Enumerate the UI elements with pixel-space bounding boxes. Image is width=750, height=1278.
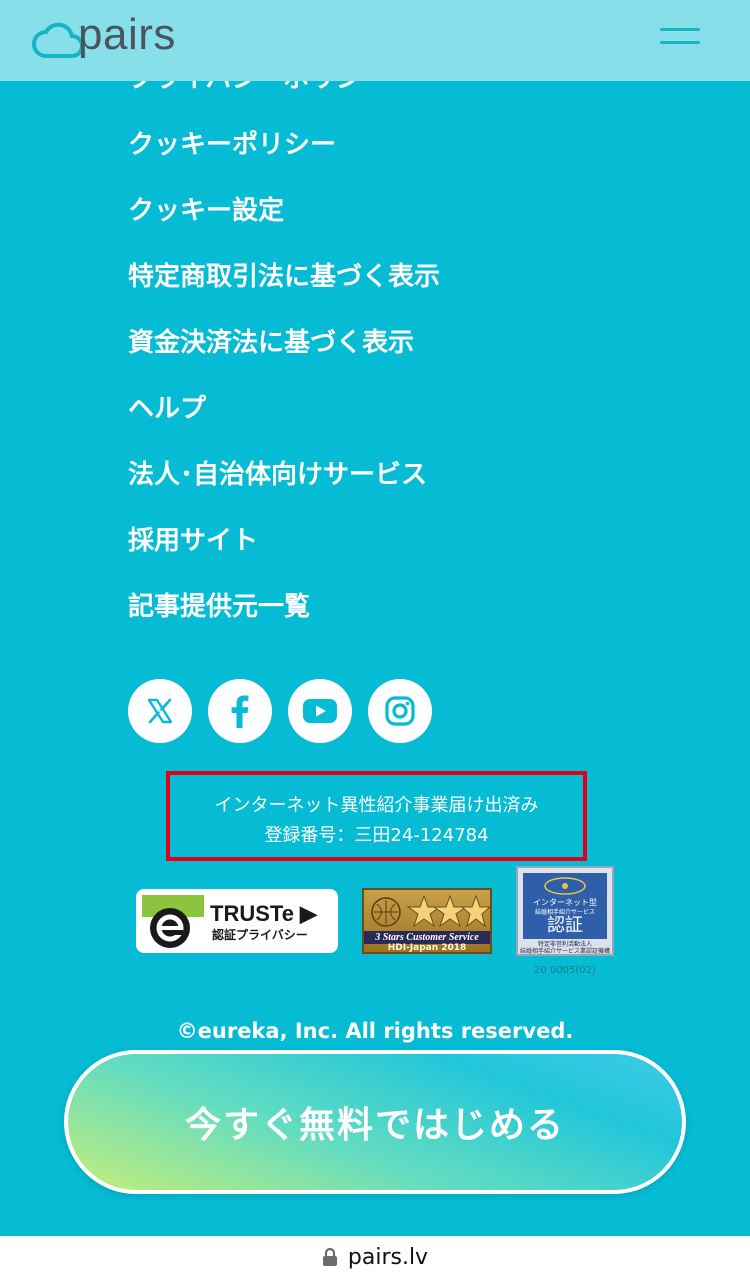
copyright: ©eureka, Inc. All rights reserved. xyxy=(176,1019,574,1043)
footer-link-help[interactable]: ヘルプ xyxy=(128,386,688,452)
truste-e-icon xyxy=(142,895,204,948)
facebook-button[interactable] xyxy=(208,679,272,743)
menu-line xyxy=(660,41,700,44)
hamburger-menu-icon[interactable] xyxy=(658,24,704,52)
orbit-logo-icon xyxy=(544,877,586,895)
matchmaking-certification-badge[interactable]: インターネット型 結婚相手紹介サービス 認証 特定非営利活動法人 結婚相手紹介サ… xyxy=(516,866,614,956)
star-icon xyxy=(371,894,490,928)
instagram-button[interactable] xyxy=(368,679,432,743)
certification-issuer: 特定非営利活動法人 結婚相手紹介サービス業認証機構 xyxy=(518,941,612,955)
start-free-button[interactable]: 今すぐ無料ではじめる xyxy=(64,1050,686,1194)
url-text: pairs.lv xyxy=(347,1244,429,1270)
pairs-logo[interactable]: pairs xyxy=(32,6,202,62)
logo-text: pairs xyxy=(78,10,176,59)
footer-link-article-sources[interactable]: 記事提供元一覧 xyxy=(128,584,688,650)
issuer-line-2: 結婚相手紹介サービス業認証機構 xyxy=(519,948,610,955)
footer-link-cookie-settings[interactable]: クッキー設定 xyxy=(128,188,688,254)
certification-panel: インターネット型 結婚相手紹介サービス 認証 xyxy=(523,873,607,939)
cloud-logo-icon xyxy=(32,22,84,58)
footer-link-recruit[interactable]: 採用サイト xyxy=(128,518,688,584)
x-button[interactable] xyxy=(128,679,192,743)
issuer-line-1: 特定非営利活動法人 xyxy=(537,941,592,948)
notice-line-1: インターネット異性紹介事業届け出済み xyxy=(214,795,539,816)
truste-subtitle: 認証プライバシー xyxy=(212,928,308,942)
youtube-button[interactable] xyxy=(288,679,352,743)
registration-notice: インターネット異性紹介事業届け出済み 登録番号：三田24-124784 xyxy=(166,771,587,861)
certification-code: 20 0005(02) xyxy=(534,965,596,976)
menu-line xyxy=(660,28,700,31)
youtube-icon xyxy=(303,699,337,723)
footer-link-commercial-transactions[interactable]: 特定商取引法に基づく表示 xyxy=(128,254,688,320)
hdi-badge[interactable]: 3 Stars Customer Service HDI-Japan 2018 xyxy=(362,888,492,954)
footer-link-payment-services[interactable]: 資金決済法に基づく表示 xyxy=(128,320,688,386)
start-free-label: 今すぐ無料ではじめる xyxy=(184,1105,565,1146)
facebook-icon xyxy=(231,695,249,728)
certification-title: 認証 xyxy=(547,915,583,936)
hdi-subtitle: HDI-Japan 2018 xyxy=(387,943,467,953)
lock-icon xyxy=(322,1247,337,1266)
footer-links: クッキーポリシー クッキー設定 特定商取引法に基づく表示 資金決済法に基づく表示… xyxy=(128,122,688,650)
truste-badge[interactable]: TRUSTe ▶ 認証プライバシー xyxy=(136,889,338,953)
truste-title: TRUSTe ▶ xyxy=(210,901,317,926)
footer-link-cookie-policy[interactable]: クッキーポリシー xyxy=(128,122,688,188)
browser-url-bar[interactable]: pairs.lv xyxy=(0,1236,750,1278)
footer-link-corporate-services[interactable]: 法人･自治体向けサービス xyxy=(128,452,688,518)
x-icon xyxy=(147,698,173,724)
notice-line-2: 登録番号：三田24-124784 xyxy=(264,825,489,846)
instagram-icon xyxy=(385,696,415,726)
site-header: pairs xyxy=(0,0,750,81)
